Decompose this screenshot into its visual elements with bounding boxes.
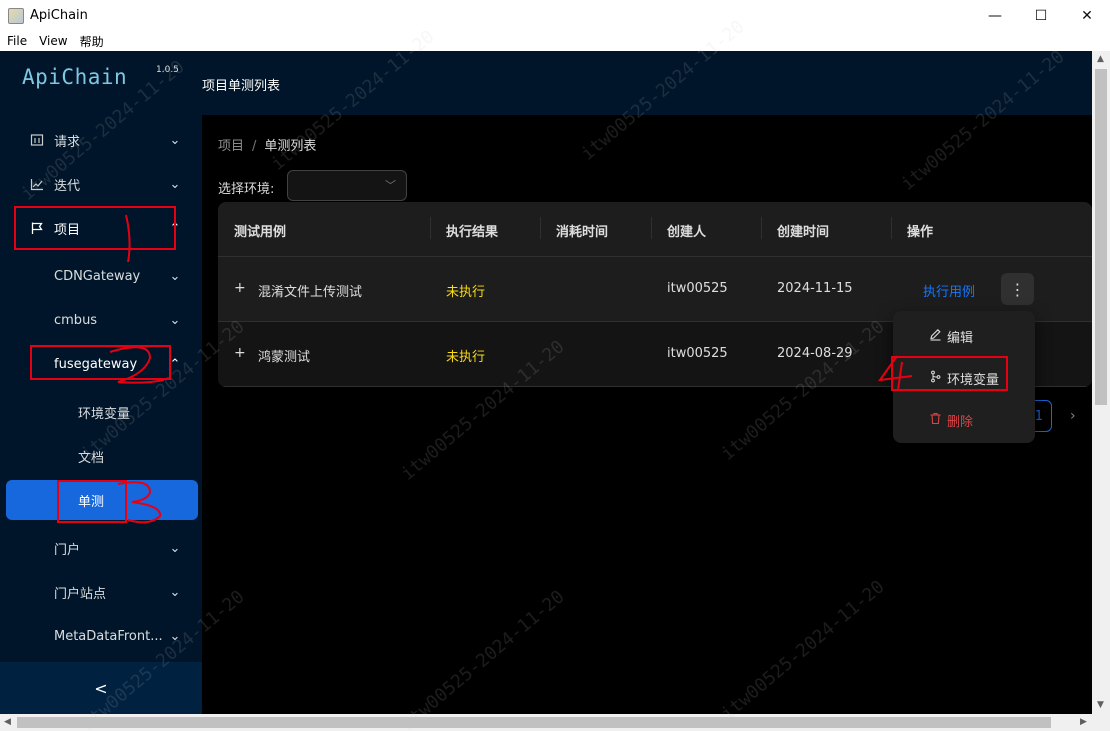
annotation-box-2: [30, 345, 171, 380]
horizontal-scrollbar[interactable]: ◀ ▶: [0, 714, 1110, 731]
column-header: 操作: [907, 225, 934, 240]
sidebar-item-label: 迭代: [54, 178, 81, 194]
column-header: 消耗时间: [556, 225, 609, 240]
chevron-down-icon: ﹀: [385, 179, 396, 192]
minimize-icon[interactable]: —: [972, 0, 1018, 31]
sidebar-item-portal[interactable]: 门户 ⌄: [0, 528, 202, 568]
sidebar-item-label: CDNGateway: [54, 268, 141, 284]
annotation-box-1: [14, 206, 176, 250]
chevron-down-icon: ⌄: [169, 268, 181, 284]
sidebar-item-cmbus[interactable]: cmbus ⌄: [0, 300, 202, 340]
test-result: 未执行: [446, 285, 486, 300]
maximize-icon[interactable]: ☐: [1018, 0, 1064, 31]
close-icon[interactable]: ✕: [1064, 0, 1110, 31]
vertical-scrollbar[interactable]: ▲ ▼: [1092, 51, 1110, 714]
sidebar-item-label: 门户站点: [54, 586, 107, 602]
window-controls: — ☐ ✕: [972, 0, 1110, 31]
title-bar: ApiChain — ☐ ✕: [0, 0, 1110, 31]
scroll-down-icon[interactable]: ▼: [1097, 700, 1104, 710]
test-creator: itw00525: [667, 346, 728, 361]
menu-item-label: 编辑: [947, 330, 974, 346]
chevron-down-icon: ⌄: [169, 628, 181, 644]
chart-icon: [30, 177, 44, 191]
chevron-down-icon: ⌄: [169, 176, 181, 192]
page-title: 项目单测列表: [202, 79, 281, 94]
trash-icon: [928, 412, 942, 429]
env-select[interactable]: ﹀: [287, 170, 407, 201]
horizontal-scroll-thumb[interactable]: [17, 717, 1051, 728]
sidebar-item-label: 文档: [78, 450, 105, 466]
test-creator: itw00525: [667, 281, 728, 296]
more-icon: ⋮: [1009, 279, 1026, 299]
column-divider: [540, 217, 541, 239]
sidebar-item-docs[interactable]: 文档: [0, 436, 202, 476]
sidebar-item-label: 门户: [54, 542, 81, 558]
test-result: 未执行: [446, 350, 486, 365]
scroll-up-icon[interactable]: ▲: [1097, 54, 1104, 64]
menu-item-delete[interactable]: 删除: [897, 401, 1031, 439]
vertical-scroll-thumb[interactable]: [1095, 69, 1107, 405]
column-header: 测试用例: [234, 225, 287, 240]
expand-icon[interactable]: +: [234, 346, 248, 360]
breadcrumb-project[interactable]: 项目: [218, 139, 244, 154]
sidebar-item-env-vars[interactable]: 环境变量: [0, 392, 202, 432]
expand-icon[interactable]: +: [234, 281, 248, 295]
env-select-label: 选择环境:: [218, 182, 275, 197]
chevron-down-icon: ⌄: [169, 312, 181, 328]
scroll-left-icon[interactable]: ◀: [4, 717, 11, 727]
column-divider: [430, 217, 431, 239]
breadcrumb-separator: /: [252, 139, 257, 154]
breadcrumb: 项目 / 单测列表: [218, 135, 316, 154]
test-case-name: 混淆文件上传测试: [258, 285, 363, 300]
chevron-down-icon: ⌄: [169, 584, 181, 600]
menu-item-edit[interactable]: 编辑: [897, 317, 1031, 355]
column-header: 创建时间: [777, 225, 830, 240]
sidebar-collapse-button[interactable]: <: [0, 662, 202, 714]
chevron-down-icon: ⌄: [169, 132, 181, 148]
test-case-name: 鸿蒙测试: [258, 350, 311, 365]
menu-bar: File View 帮助: [0, 31, 1110, 51]
column-header: 执行结果: [446, 225, 499, 240]
column-divider: [761, 217, 762, 239]
column-divider: [891, 217, 892, 239]
sidebar: ApiChain 1.0.5 请求 ⌄ 迭代 ⌄ 项目 ⌃ CDNGateway…: [0, 51, 202, 714]
sidebar-item-label: cmbus: [54, 312, 98, 328]
sidebar-item-label: 请求: [54, 134, 81, 150]
menu-help[interactable]: 帮助: [80, 33, 104, 50]
chevron-left-icon: <: [94, 678, 108, 698]
chevron-down-icon: ⌄: [169, 540, 181, 556]
column-header: 创建人: [667, 225, 707, 240]
menu-item-label: 删除: [947, 414, 974, 430]
pagination-next-icon[interactable]: ›: [1070, 408, 1076, 424]
test-created-time: 2024-11-15: [777, 281, 853, 296]
window-title: ApiChain: [30, 8, 88, 23]
sidebar-item-iteration[interactable]: 迭代 ⌄: [0, 164, 202, 204]
breadcrumb-current: 单测列表: [264, 139, 317, 154]
app-icon: [8, 7, 24, 24]
table-header: 测试用例 执行结果 消耗时间 创建人 创建时间 操作: [218, 202, 1092, 257]
sidebar-item-label: 环境变量: [78, 406, 131, 422]
request-icon: [30, 133, 44, 147]
sidebar-item-request[interactable]: 请求 ⌄: [0, 120, 202, 160]
sidebar-item-cdngateway[interactable]: CDNGateway ⌄: [0, 256, 202, 296]
app-logo: ApiChain: [22, 65, 128, 89]
sidebar-item-metadatafront[interactable]: MetaDataFront... ⌄: [0, 616, 202, 656]
test-created-time: 2024-08-29: [777, 346, 853, 361]
page-header: 项目单测列表: [202, 51, 1092, 115]
column-divider: [651, 217, 652, 239]
menu-view[interactable]: View: [39, 34, 67, 48]
edit-icon: [928, 328, 942, 345]
annotation-box-3: [57, 480, 127, 523]
annotation-box-4: [891, 356, 1008, 391]
scroll-right-icon[interactable]: ▶: [1080, 717, 1087, 727]
sidebar-item-label: MetaDataFront...: [54, 628, 163, 644]
main-content: 项目 / 单测列表 选择环境: ﹀ 测试用例 执行结果 消耗时间 创建人 创建时间 …: [202, 115, 1092, 714]
menu-file[interactable]: File: [7, 34, 27, 48]
run-test-link[interactable]: 执行用例: [923, 281, 975, 300]
app-version: 1.0.5: [156, 65, 179, 75]
sidebar-item-portal-site[interactable]: 门户站点 ⌄: [0, 572, 202, 612]
more-actions-button[interactable]: ⋮: [1001, 273, 1034, 305]
